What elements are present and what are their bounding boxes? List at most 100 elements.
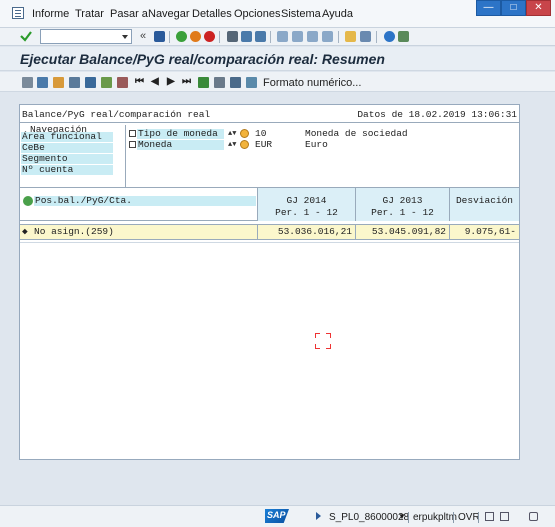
find-icon[interactable] bbox=[241, 31, 252, 42]
minimize-icon: — bbox=[483, 2, 494, 13]
sap-logo: SAP bbox=[265, 509, 289, 523]
toolbar-separator bbox=[270, 31, 271, 43]
column-header-position[interactable]: Pos.bal./PyG/Cta. bbox=[34, 196, 256, 206]
back-icon[interactable] bbox=[176, 31, 187, 42]
totals-icon[interactable] bbox=[117, 77, 128, 88]
toolbar-separator bbox=[169, 31, 170, 43]
export-icon[interactable] bbox=[230, 77, 241, 88]
cell-gj2013: 53.045.091,82 bbox=[355, 225, 449, 239]
menu-pasar-a[interactable]: Pasar a bbox=[110, 8, 148, 20]
report-timestamp: Datos de 18.02.2019 13:06:31 bbox=[357, 109, 517, 120]
close-icon: ✕ bbox=[534, 2, 543, 13]
dropdown-arrow-icon[interactable] bbox=[122, 35, 128, 39]
status-bar: SAP S_PL0_86000028 ▼ erpukpltm OVR bbox=[0, 505, 555, 527]
shortcut-icon[interactable] bbox=[360, 31, 371, 42]
details-icon[interactable] bbox=[22, 77, 33, 88]
next-page-icon[interactable] bbox=[307, 31, 318, 42]
filter-icon[interactable] bbox=[101, 77, 112, 88]
toolbar-separator bbox=[219, 31, 220, 43]
report-header: Balance/PyG real/comparación real Datos … bbox=[20, 105, 519, 123]
hierarchy-icon[interactable] bbox=[198, 77, 209, 88]
expand-node-icon[interactable]: ◆ bbox=[22, 225, 28, 239]
nav-item-area-funcional[interactable]: Área funcional bbox=[21, 132, 113, 142]
menu-sistema[interactable]: Sistema bbox=[281, 8, 321, 20]
table-header: Pos.bal./PyG/Cta. GJ 2014 Per. 1 - 12 GJ… bbox=[20, 187, 519, 221]
last-icon[interactable]: ⏭ bbox=[182, 76, 191, 87]
setting-currency-type: Tipo de moneda ▲▼ 10 Moneda de sociedad bbox=[128, 129, 428, 139]
search-icon[interactable] bbox=[240, 129, 249, 138]
expand-icon[interactable] bbox=[37, 77, 48, 88]
unlocked-icon bbox=[485, 512, 494, 521]
standard-toolbar: « bbox=[0, 28, 555, 46]
menu-detalles[interactable]: Detalles bbox=[192, 8, 232, 20]
focus-marker bbox=[315, 333, 331, 349]
collapse-icon[interactable] bbox=[69, 77, 80, 88]
column-header-desviacion[interactable]: Desviación bbox=[449, 188, 519, 221]
save-icon[interactable] bbox=[154, 31, 165, 42]
menu-opciones[interactable]: Opciones bbox=[234, 8, 280, 20]
menu-informe[interactable]: Informe bbox=[32, 8, 69, 20]
report-name: Balance/PyG real/comparación real bbox=[22, 109, 211, 120]
column-header-gj2014[interactable]: GJ 2014 Per. 1 - 12 bbox=[257, 188, 355, 221]
insert-mode[interactable]: OVR bbox=[458, 512, 480, 523]
menu-navegar[interactable]: Navegar bbox=[148, 8, 190, 20]
command-field[interactable] bbox=[40, 29, 132, 44]
previous-icon[interactable]: ◀ bbox=[151, 76, 159, 87]
status-separator bbox=[478, 512, 479, 523]
column-header-gj2013[interactable]: GJ 2013 Per. 1 - 12 bbox=[355, 188, 449, 221]
toolbar-separator bbox=[376, 31, 377, 43]
nav-item-cuenta[interactable]: Nº cuenta bbox=[21, 165, 113, 175]
first-page-icon[interactable] bbox=[277, 31, 288, 42]
enter-check-icon[interactable] bbox=[20, 30, 32, 42]
first-icon[interactable]: ⏮ bbox=[135, 76, 144, 87]
report-pane: Balance/PyG real/comparación real Datos … bbox=[19, 104, 520, 460]
create-session-icon[interactable] bbox=[345, 31, 356, 42]
number-format-button[interactable]: Formato numérico... bbox=[263, 77, 361, 89]
find-next-icon[interactable] bbox=[255, 31, 266, 42]
menu-tratar[interactable]: Tratar bbox=[75, 8, 104, 20]
nav-item-cebe[interactable]: CeBe bbox=[21, 143, 113, 153]
system-menu-icon[interactable] bbox=[12, 7, 24, 19]
cell-gj2014: 53.036.016,21 bbox=[257, 225, 355, 239]
play-icon[interactable] bbox=[316, 512, 321, 520]
restore-button[interactable]: □ bbox=[501, 0, 526, 16]
print-icon[interactable] bbox=[227, 31, 238, 42]
application-toolbar: ⏮ ◀ ▶ ⏭ Formato numérico... bbox=[0, 72, 555, 92]
divider bbox=[20, 242, 519, 243]
lock-icon bbox=[500, 512, 509, 521]
nav-item-segmento[interactable]: Segmento bbox=[21, 154, 113, 164]
cancel-icon[interactable] bbox=[204, 31, 215, 42]
resize-icon bbox=[529, 512, 538, 521]
title-bar: Ejecutar Balance/PyG real/comparación re… bbox=[0, 47, 555, 71]
up-down-icon[interactable]: ▲▼ bbox=[228, 140, 236, 150]
cell-desviacion: 9.075,61- bbox=[449, 225, 519, 239]
navigation-panel: Navegación Área funcional CeBe Segmento … bbox=[20, 124, 126, 206]
checkbox-icon[interactable] bbox=[129, 130, 136, 137]
last-page-icon[interactable] bbox=[322, 31, 333, 42]
page-title: Ejecutar Balance/PyG real/comparación re… bbox=[20, 51, 385, 67]
sort-icon[interactable] bbox=[85, 77, 96, 88]
minimize-button[interactable]: — bbox=[476, 0, 501, 16]
checkbox-icon[interactable] bbox=[129, 141, 136, 148]
customize-layout-icon[interactable] bbox=[398, 31, 409, 42]
previous-page-icon[interactable] bbox=[292, 31, 303, 42]
graphic-icon[interactable] bbox=[246, 77, 257, 88]
search-icon[interactable] bbox=[240, 140, 249, 149]
folder-icon[interactable] bbox=[53, 77, 64, 88]
table-row[interactable]: ◆ No asign.(259) 53.036.016,21 53.045.09… bbox=[20, 224, 519, 240]
close-button[interactable]: ✕ bbox=[526, 0, 551, 16]
help-icon[interactable] bbox=[384, 31, 395, 42]
menu-ayuda[interactable]: Ayuda bbox=[322, 8, 353, 20]
status-separator bbox=[453, 512, 454, 523]
dropdown-icon[interactable]: ▼ bbox=[398, 512, 406, 521]
exit-icon[interactable] bbox=[190, 31, 201, 42]
next-icon[interactable]: ▶ bbox=[167, 76, 175, 87]
toolbar-separator bbox=[338, 31, 339, 43]
restore-icon: □ bbox=[510, 2, 517, 13]
up-down-icon[interactable]: ▲▼ bbox=[228, 129, 236, 139]
status-separator bbox=[408, 512, 409, 523]
menu-bar: Informe Tratar Pasar a Navegar Detalles … bbox=[0, 0, 555, 28]
layout-icon[interactable] bbox=[214, 77, 225, 88]
collapse-chevron-icon[interactable]: « bbox=[140, 30, 146, 42]
user-name: erpukpltm bbox=[413, 512, 457, 523]
